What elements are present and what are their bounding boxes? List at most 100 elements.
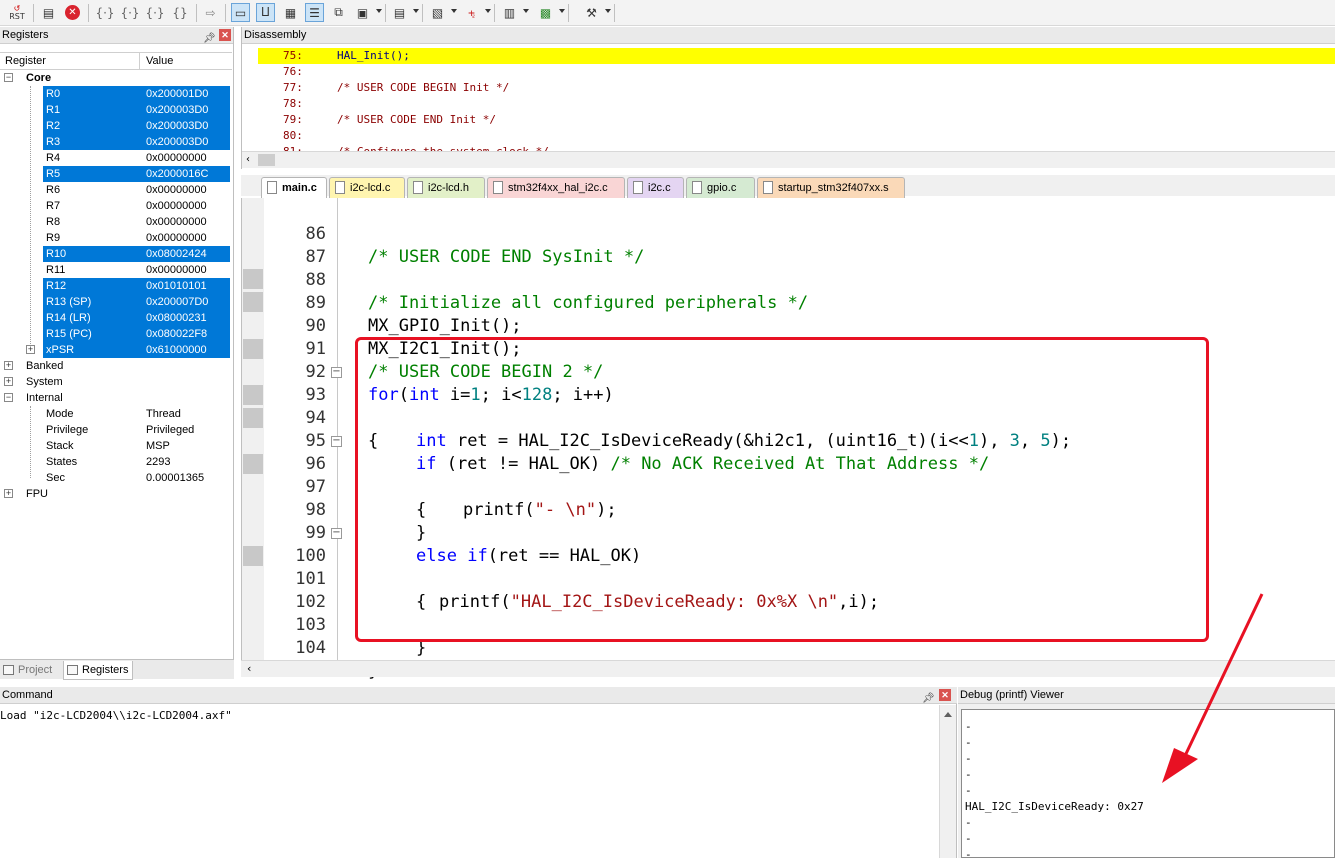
code-line-87[interactable]: 87 (242, 223, 1335, 267)
editor-tab[interactable]: gpio.c (686, 177, 755, 198)
chevron-down-icon[interactable] (376, 9, 382, 13)
code-line-88[interactable]: 88 /* Initialize all configured peripher… (242, 246, 1335, 313)
expand-icon[interactable]: + (26, 345, 35, 354)
column-header-value[interactable]: Value (146, 55, 173, 67)
register-row[interactable]: R9 0x00000000 (0, 230, 232, 246)
expand-icon[interactable]: + (4, 361, 13, 370)
vertical-scrollbar[interactable] (939, 705, 956, 858)
code-line-89[interactable]: 89 MX_GPIO_Init(); (242, 269, 1335, 336)
horizontal-scrollbar[interactable]: ‹ (242, 151, 1335, 168)
register-value[interactable]: 0x200001D0 (146, 86, 208, 102)
register-value[interactable]: 0x200003D0 (146, 118, 208, 134)
code-line-90[interactable]: 90 MX_I2C1_Init(); (242, 292, 1335, 359)
register-row[interactable]: R10 0x08002424 (0, 246, 232, 262)
disassembly-line[interactable]: 76: (258, 64, 1335, 80)
call-stack-window-button[interactable]: ⧉ (329, 3, 348, 22)
command-window-button[interactable]: ▭ (231, 3, 250, 22)
internal-state-row[interactable]: Sec 0.00001365 (0, 470, 232, 486)
tree-item-banked[interactable]: + Banked (0, 358, 232, 374)
fold-collapse-icon[interactable]: − (331, 436, 342, 447)
register-row[interactable]: + xPSR 0x61000000 (0, 342, 232, 358)
disassembly-line[interactable]: 77: /* USER CODE BEGIN Init */ (258, 80, 1335, 96)
analysis-window-button[interactable]: ⨧ (462, 3, 481, 22)
register-value[interactable]: 0x00000000 (146, 230, 207, 246)
register-row[interactable]: R13 (SP) 0x200007D0 (0, 294, 232, 310)
chevron-down-icon[interactable] (605, 9, 611, 13)
editor-tab[interactable]: i2c-lcd.h (407, 177, 485, 198)
disassembly-line[interactable]: 78: (258, 96, 1335, 112)
code-line-91[interactable]: 91 /* USER CODE BEGIN 2 */ (242, 315, 1335, 382)
expand-icon[interactable]: + (4, 489, 13, 498)
register-row[interactable]: R1 0x200003D0 (0, 102, 232, 118)
pin-icon[interactable]: 📌︎ (922, 690, 935, 707)
system-viewer-button[interactable]: ▩ (536, 3, 555, 22)
register-row[interactable]: R15 (PC) 0x080022F8 (0, 326, 232, 342)
register-value[interactable]: 0x080022F8 (146, 326, 207, 342)
register-row[interactable]: R7 0x00000000 (0, 198, 232, 214)
disassembly-line[interactable]: 75: HAL_Init(); (258, 48, 1335, 64)
register-row[interactable]: R11 0x00000000 (0, 262, 232, 278)
registers-window-button[interactable]: ☰ (305, 3, 324, 22)
memory-window-button[interactable]: ▤ (390, 3, 409, 22)
run-to-cursor-button[interactable]: {} (169, 3, 191, 22)
column-header-register[interactable]: Register (5, 55, 46, 67)
registers-button[interactable]: ▤ (39, 3, 58, 22)
register-value[interactable]: 0x200007D0 (146, 294, 208, 310)
collapse-icon[interactable]: − (4, 393, 13, 402)
register-value[interactable]: 0x2000016C (146, 166, 208, 182)
register-row[interactable]: R3 0x200003D0 (0, 134, 232, 150)
toolbox-button[interactable]: ⚒ (582, 3, 601, 22)
debug-output-area[interactable]: - - - - - HAL_I2C_IsDeviceReady: 0x27 - - - (961, 709, 1335, 858)
fold-collapse-icon[interactable]: − (331, 528, 342, 539)
register-value[interactable]: 0x200003D0 (146, 102, 208, 118)
close-icon[interactable]: ✕ (219, 29, 231, 41)
column-divider[interactable] (139, 53, 140, 69)
editor-tab[interactable]: i2c.c (627, 177, 684, 198)
register-value[interactable]: 0x00000000 (146, 198, 207, 214)
code-line-86[interactable]: 86 /* USER CODE END SysInit */ (242, 200, 1335, 267)
show-next-statement-button[interactable]: ⇨ (201, 3, 220, 22)
step-over-button[interactable]: {·} (119, 3, 141, 22)
step-out-button[interactable]: {·} (144, 3, 166, 22)
collapse-icon[interactable]: − (4, 73, 13, 82)
register-row[interactable]: R14 (LR) 0x08000231 (0, 310, 232, 326)
scrollbar-thumb[interactable] (258, 154, 275, 166)
tree-item-fpu[interactable]: + FPU (0, 486, 232, 502)
fold-collapse-icon[interactable]: − (331, 367, 342, 378)
register-row[interactable]: R5 0x2000016C (0, 166, 232, 182)
register-value[interactable]: 0x200003D0 (146, 134, 208, 150)
chevron-down-icon[interactable] (485, 9, 491, 13)
register-value[interactable]: 0x00000000 (146, 150, 207, 166)
trace-window-button[interactable]: ▥ (500, 3, 519, 22)
scroll-up-icon[interactable] (944, 712, 952, 717)
tree-item-system[interactable]: + System (0, 374, 232, 390)
close-icon[interactable]: ✕ (939, 689, 951, 701)
symbols-window-button[interactable]: ▦ (281, 3, 300, 22)
internal-state-row[interactable]: Privilege Privileged (0, 422, 232, 438)
register-row[interactable]: R12 0x01010101 (0, 278, 232, 294)
stop-button[interactable]: ✕ (63, 3, 82, 22)
internal-state-row[interactable]: Stack MSP (0, 438, 232, 454)
command-output[interactable]: Load "i2c-LCD2004\\i2c-LCD2004.axf" (0, 709, 232, 722)
register-value[interactable]: 0x61000000 (146, 342, 207, 358)
register-row[interactable]: R8 0x00000000 (0, 214, 232, 230)
disassembly-line[interactable]: 80: (258, 128, 1335, 144)
internal-state-row[interactable]: Mode Thread (0, 406, 232, 422)
register-value[interactable]: 0x00000000 (146, 214, 207, 230)
tab-registers[interactable]: Registers (63, 661, 134, 680)
editor-tab[interactable]: stm32f4xx_hal_i2c.c (487, 177, 625, 198)
tab-project[interactable]: Project (0, 661, 56, 680)
register-row[interactable]: R2 0x200003D0 (0, 118, 232, 134)
register-value[interactable]: 0x08002424 (146, 246, 207, 262)
register-row[interactable]: R6 0x00000000 (0, 182, 232, 198)
register-row[interactable]: R0 0x200001D0 (0, 86, 232, 102)
disassembly-window-button[interactable]: ⨿ (256, 3, 275, 22)
chevron-down-icon[interactable] (451, 9, 457, 13)
register-value[interactable]: 0x01010101 (146, 278, 207, 294)
expand-icon[interactable]: + (4, 377, 13, 386)
watch-window-button[interactable]: ▣ (353, 3, 372, 22)
serial-window-button[interactable]: ▧ (428, 3, 447, 22)
chevron-down-icon[interactable] (413, 9, 419, 13)
tree-item-internal[interactable]: − Internal (0, 390, 232, 406)
chevron-down-icon[interactable] (559, 9, 565, 13)
